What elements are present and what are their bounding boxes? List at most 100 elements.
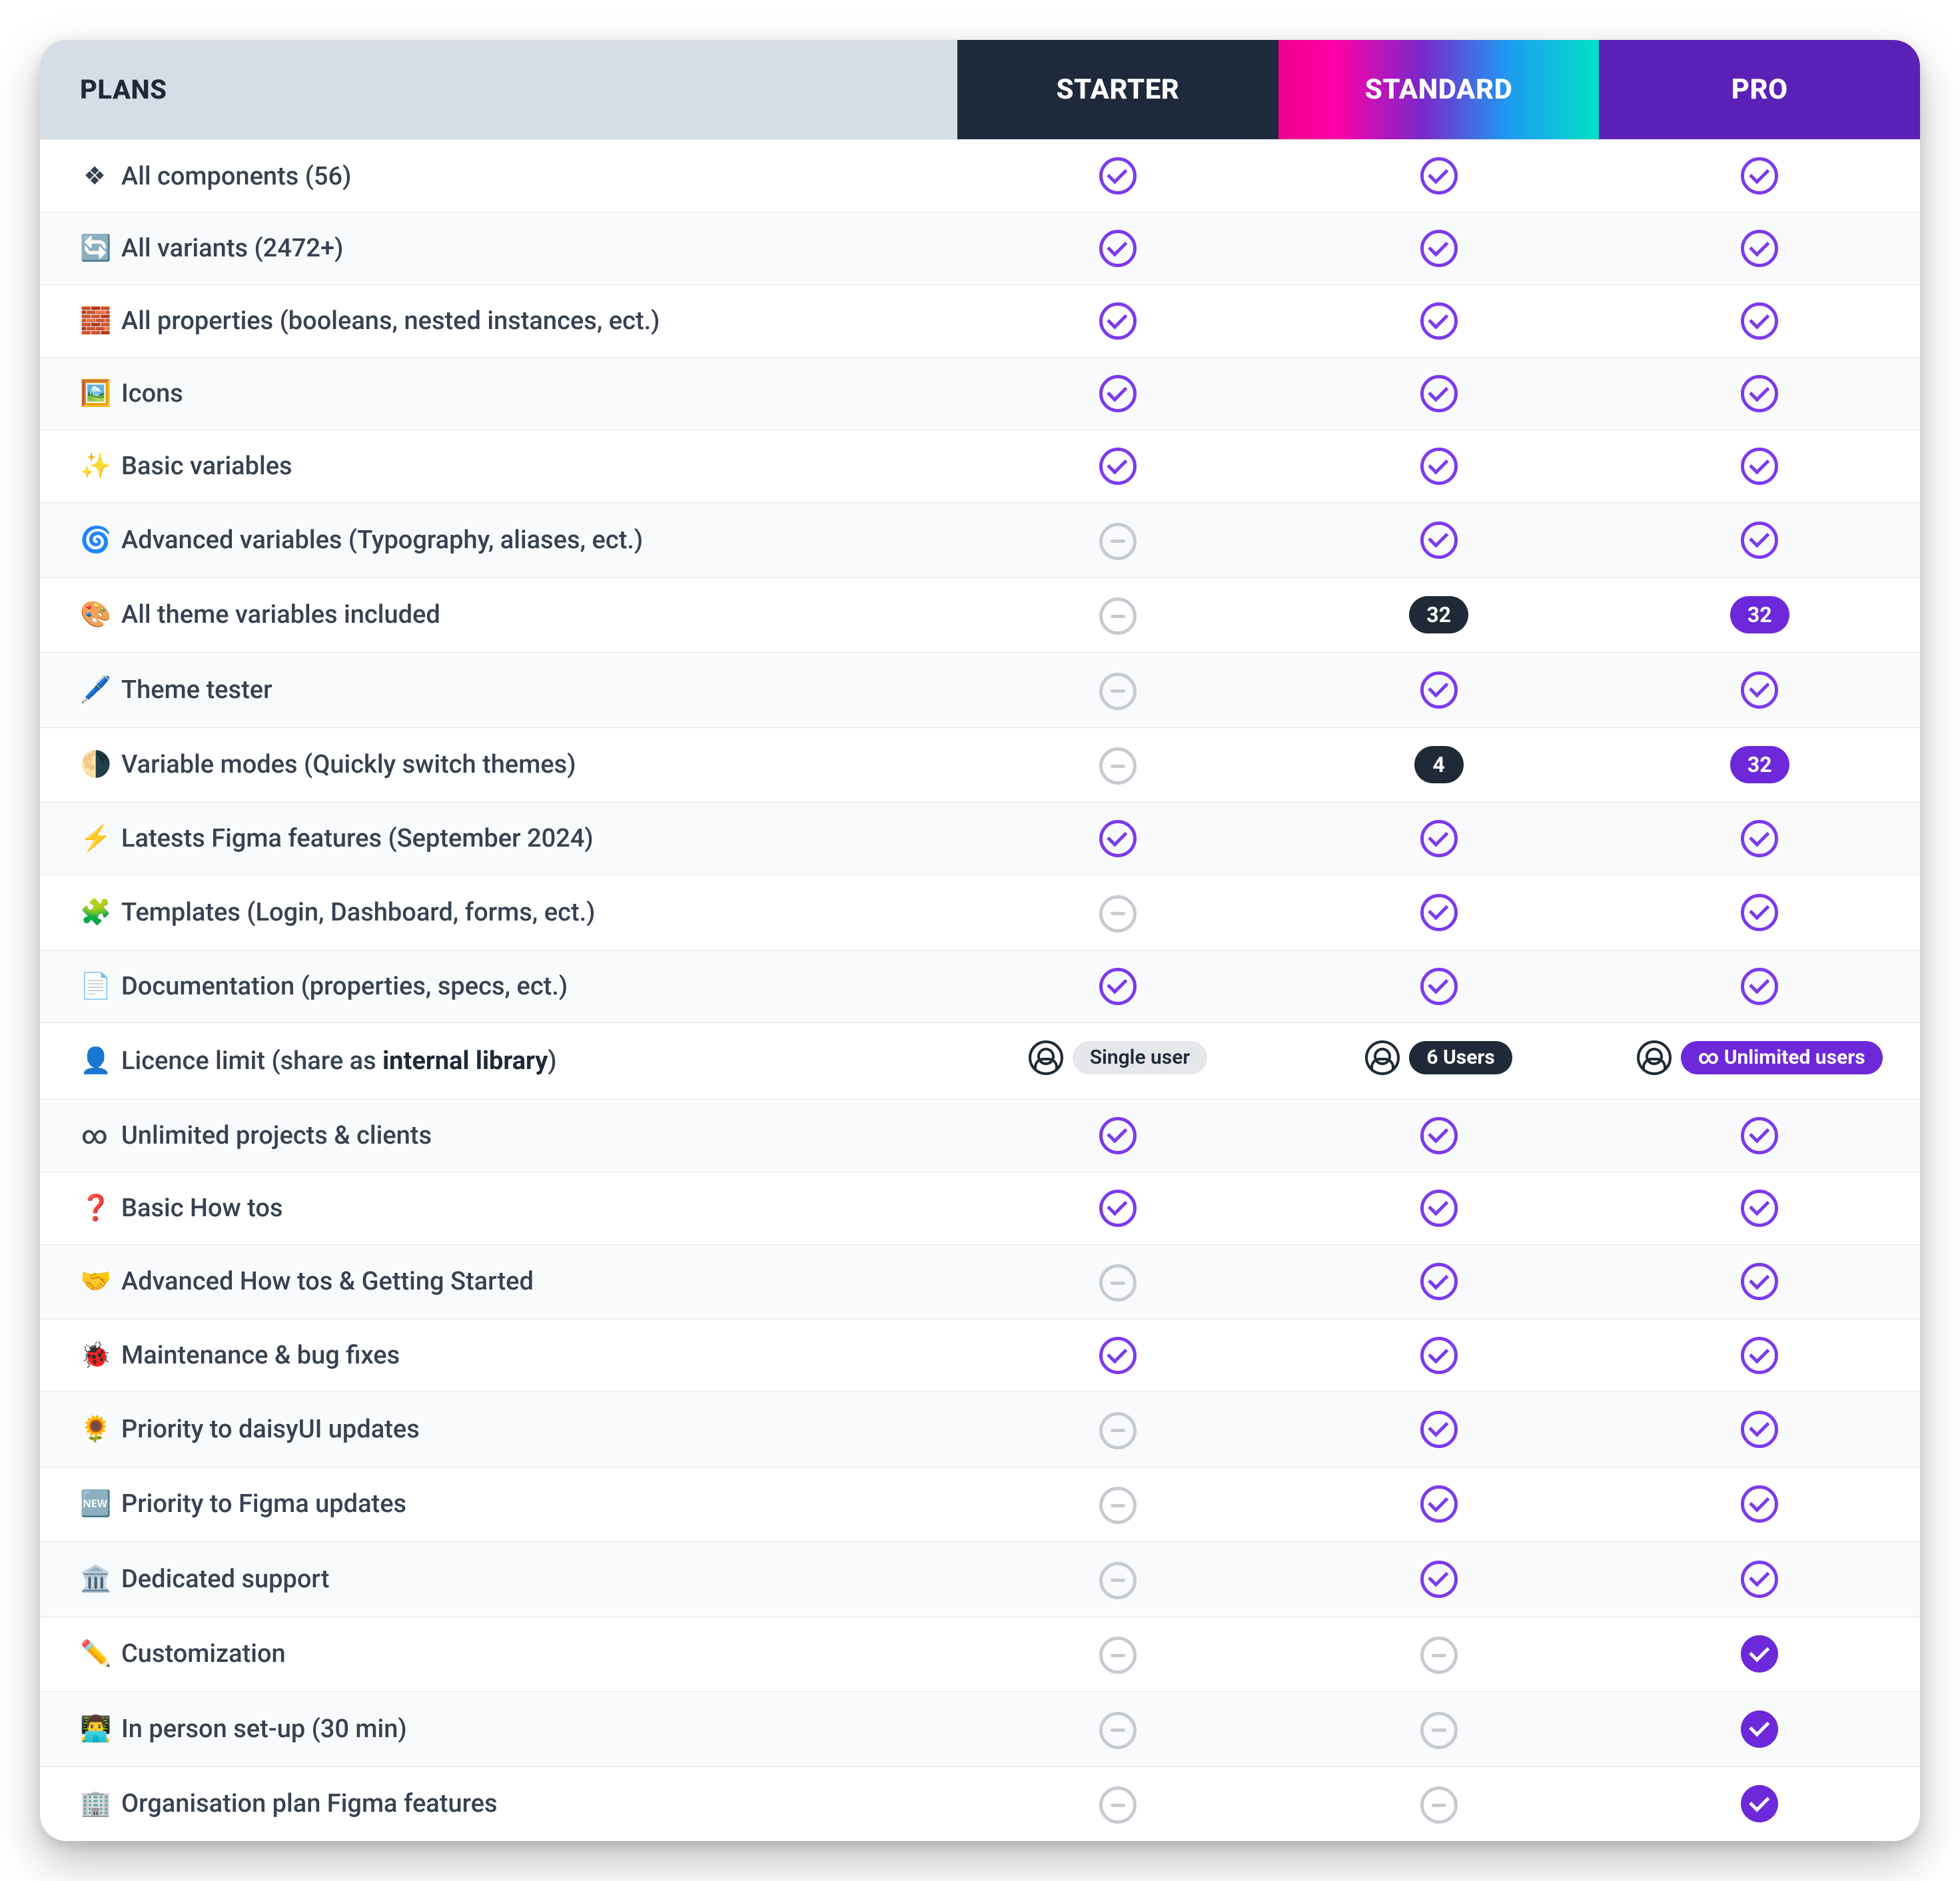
plan-cell bbox=[957, 950, 1278, 1022]
feature-emoji: 🖊️ bbox=[80, 675, 109, 705]
feature-label: 🆕 Priority to Figma updates bbox=[40, 1467, 957, 1542]
feature-text: All theme variables included bbox=[121, 600, 440, 629]
plan-cell bbox=[1278, 1392, 1600, 1467]
plan-cell bbox=[1599, 1766, 1920, 1841]
plan-cell bbox=[957, 1766, 1278, 1841]
check-icon bbox=[1099, 820, 1137, 857]
feature-text: Maintenance & bug fixes bbox=[121, 1341, 400, 1370]
check-icon bbox=[1741, 820, 1778, 857]
plan-cell bbox=[1599, 653, 1920, 728]
plan-cell bbox=[1599, 503, 1920, 578]
feature-label: 🎨All theme variables included bbox=[40, 577, 957, 653]
feature-label: ✨Basic variables bbox=[40, 430, 957, 503]
check-fill-icon bbox=[1741, 1635, 1778, 1673]
minus-icon bbox=[1099, 747, 1137, 785]
feature-label: 🧩Templates (Login, Dashboard, forms, ect… bbox=[40, 875, 957, 950]
check-icon bbox=[1099, 968, 1137, 1005]
minus-icon bbox=[1099, 1412, 1137, 1449]
feature-text: Latests Figma features (September 2024) bbox=[121, 824, 594, 853]
feature-emoji: 👤 bbox=[80, 1046, 109, 1076]
feature-text: Advanced How tos & Getting Started bbox=[121, 1267, 534, 1296]
table-row: 🐞Maintenance & bug fixes bbox=[40, 1319, 1920, 1392]
feature-emoji: 🌗 bbox=[80, 750, 109, 779]
feature-emoji: 🖼️ bbox=[80, 379, 109, 408]
feature-emoji: 📄 bbox=[80, 972, 109, 1001]
feature-label: 🌗 Variable modes (Quickly switch themes) bbox=[40, 727, 957, 803]
plan-cell bbox=[957, 1172, 1278, 1244]
user-icon bbox=[1029, 1040, 1063, 1075]
plan-cell bbox=[957, 358, 1278, 430]
feature-emoji: 🏛️ bbox=[80, 1565, 109, 1594]
check-icon bbox=[1099, 1117, 1137, 1154]
check-icon bbox=[1420, 157, 1458, 194]
check-icon bbox=[1420, 1190, 1458, 1227]
table-row: 🧩Templates (Login, Dashboard, forms, ect… bbox=[40, 875, 1920, 950]
plan-cell bbox=[1278, 212, 1600, 285]
plan-cell bbox=[957, 653, 1278, 728]
feature-label: 📄 Documentation (properties, specs, ect.) bbox=[40, 950, 957, 1022]
feature-text: Advanced variables (Typography, aliases,… bbox=[121, 526, 643, 555]
table-row: 🤝Advanced How tos & Getting Started bbox=[40, 1244, 1920, 1319]
minus-icon bbox=[1099, 523, 1137, 560]
plan-cell bbox=[1278, 358, 1600, 430]
plan-cell bbox=[1278, 875, 1600, 950]
plan-cell bbox=[1599, 875, 1920, 950]
plan-cell bbox=[1599, 1319, 1920, 1392]
table-row: 🌀Advanced variables (Typography, aliases… bbox=[40, 503, 1920, 578]
feature-emoji: ❖ bbox=[80, 161, 109, 191]
plan-cell bbox=[1278, 1319, 1600, 1392]
plan-cell bbox=[1599, 1617, 1920, 1692]
feature-emoji: 🆕 bbox=[80, 1489, 109, 1519]
check-icon bbox=[1420, 1561, 1458, 1598]
check-icon bbox=[1741, 230, 1778, 267]
feature-text: Priority to daisyUI updates bbox=[121, 1415, 420, 1444]
feature-emoji: ∞ bbox=[80, 1121, 109, 1150]
table-row: ⚡Latests Figma features (September 2024) bbox=[40, 803, 1920, 875]
plan-cell bbox=[1278, 1692, 1600, 1767]
check-icon bbox=[1099, 302, 1137, 340]
check-icon bbox=[1741, 448, 1778, 485]
plan-cell bbox=[957, 1099, 1278, 1172]
feature-emoji: 👨‍💻 bbox=[80, 1714, 109, 1744]
plan-cell bbox=[1599, 803, 1920, 875]
plan-cell bbox=[1278, 1617, 1600, 1692]
feature-emoji: 🧩 bbox=[80, 898, 109, 927]
minus-icon bbox=[1099, 895, 1137, 933]
count-badge: 32 bbox=[1730, 746, 1789, 783]
feature-emoji: 🌻 bbox=[80, 1415, 109, 1444]
check-icon bbox=[1099, 230, 1137, 267]
table-row: ❓Basic How tos bbox=[40, 1172, 1920, 1244]
plan-cell: Single user bbox=[957, 1022, 1278, 1099]
minus-icon bbox=[1420, 1637, 1458, 1674]
plan-cell bbox=[1278, 140, 1600, 212]
plan-cell bbox=[1278, 1099, 1600, 1172]
feature-text: Variable modes (Quickly switch themes) bbox=[121, 750, 576, 779]
minus-icon bbox=[1099, 1487, 1137, 1524]
minus-icon bbox=[1420, 1712, 1458, 1749]
plan-cell bbox=[1599, 1467, 1920, 1542]
feature-text: Customization bbox=[121, 1639, 286, 1669]
check-icon bbox=[1741, 671, 1778, 709]
feature-label: 👨‍💻In person set-up (30 min) bbox=[40, 1692, 957, 1767]
plan-cell bbox=[957, 430, 1278, 503]
feature-text: Licence limit (share as bbox=[121, 1046, 382, 1076]
check-icon bbox=[1420, 448, 1458, 485]
check-icon bbox=[1741, 375, 1778, 412]
plan-cell bbox=[957, 577, 1278, 653]
check-icon bbox=[1420, 1263, 1458, 1300]
feature-text: Basic variables bbox=[121, 452, 292, 481]
feature-text: All properties (booleans, nested instanc… bbox=[121, 306, 660, 336]
table-row: 🧱All properties (booleans, nested instan… bbox=[40, 285, 1920, 358]
feature-text: Documentation (properties, specs, ect.) bbox=[121, 972, 568, 1001]
check-icon bbox=[1741, 1117, 1778, 1154]
plan-cell: ∞ Unlimited users bbox=[1599, 1022, 1920, 1099]
check-icon bbox=[1741, 522, 1778, 559]
feature-text: Priority to Figma updates bbox=[121, 1489, 406, 1519]
check-icon bbox=[1099, 1337, 1137, 1374]
table-row: 🖼️Icons bbox=[40, 358, 1920, 430]
plan-cell bbox=[1278, 1766, 1600, 1841]
licence-badge: ∞ Unlimited users bbox=[1637, 1040, 1883, 1075]
feature-label: 🌻 Priority to daisyUI updates bbox=[40, 1392, 957, 1467]
table-row: ✏️Customization bbox=[40, 1617, 1920, 1692]
licence-badge: Single user bbox=[1029, 1040, 1207, 1075]
